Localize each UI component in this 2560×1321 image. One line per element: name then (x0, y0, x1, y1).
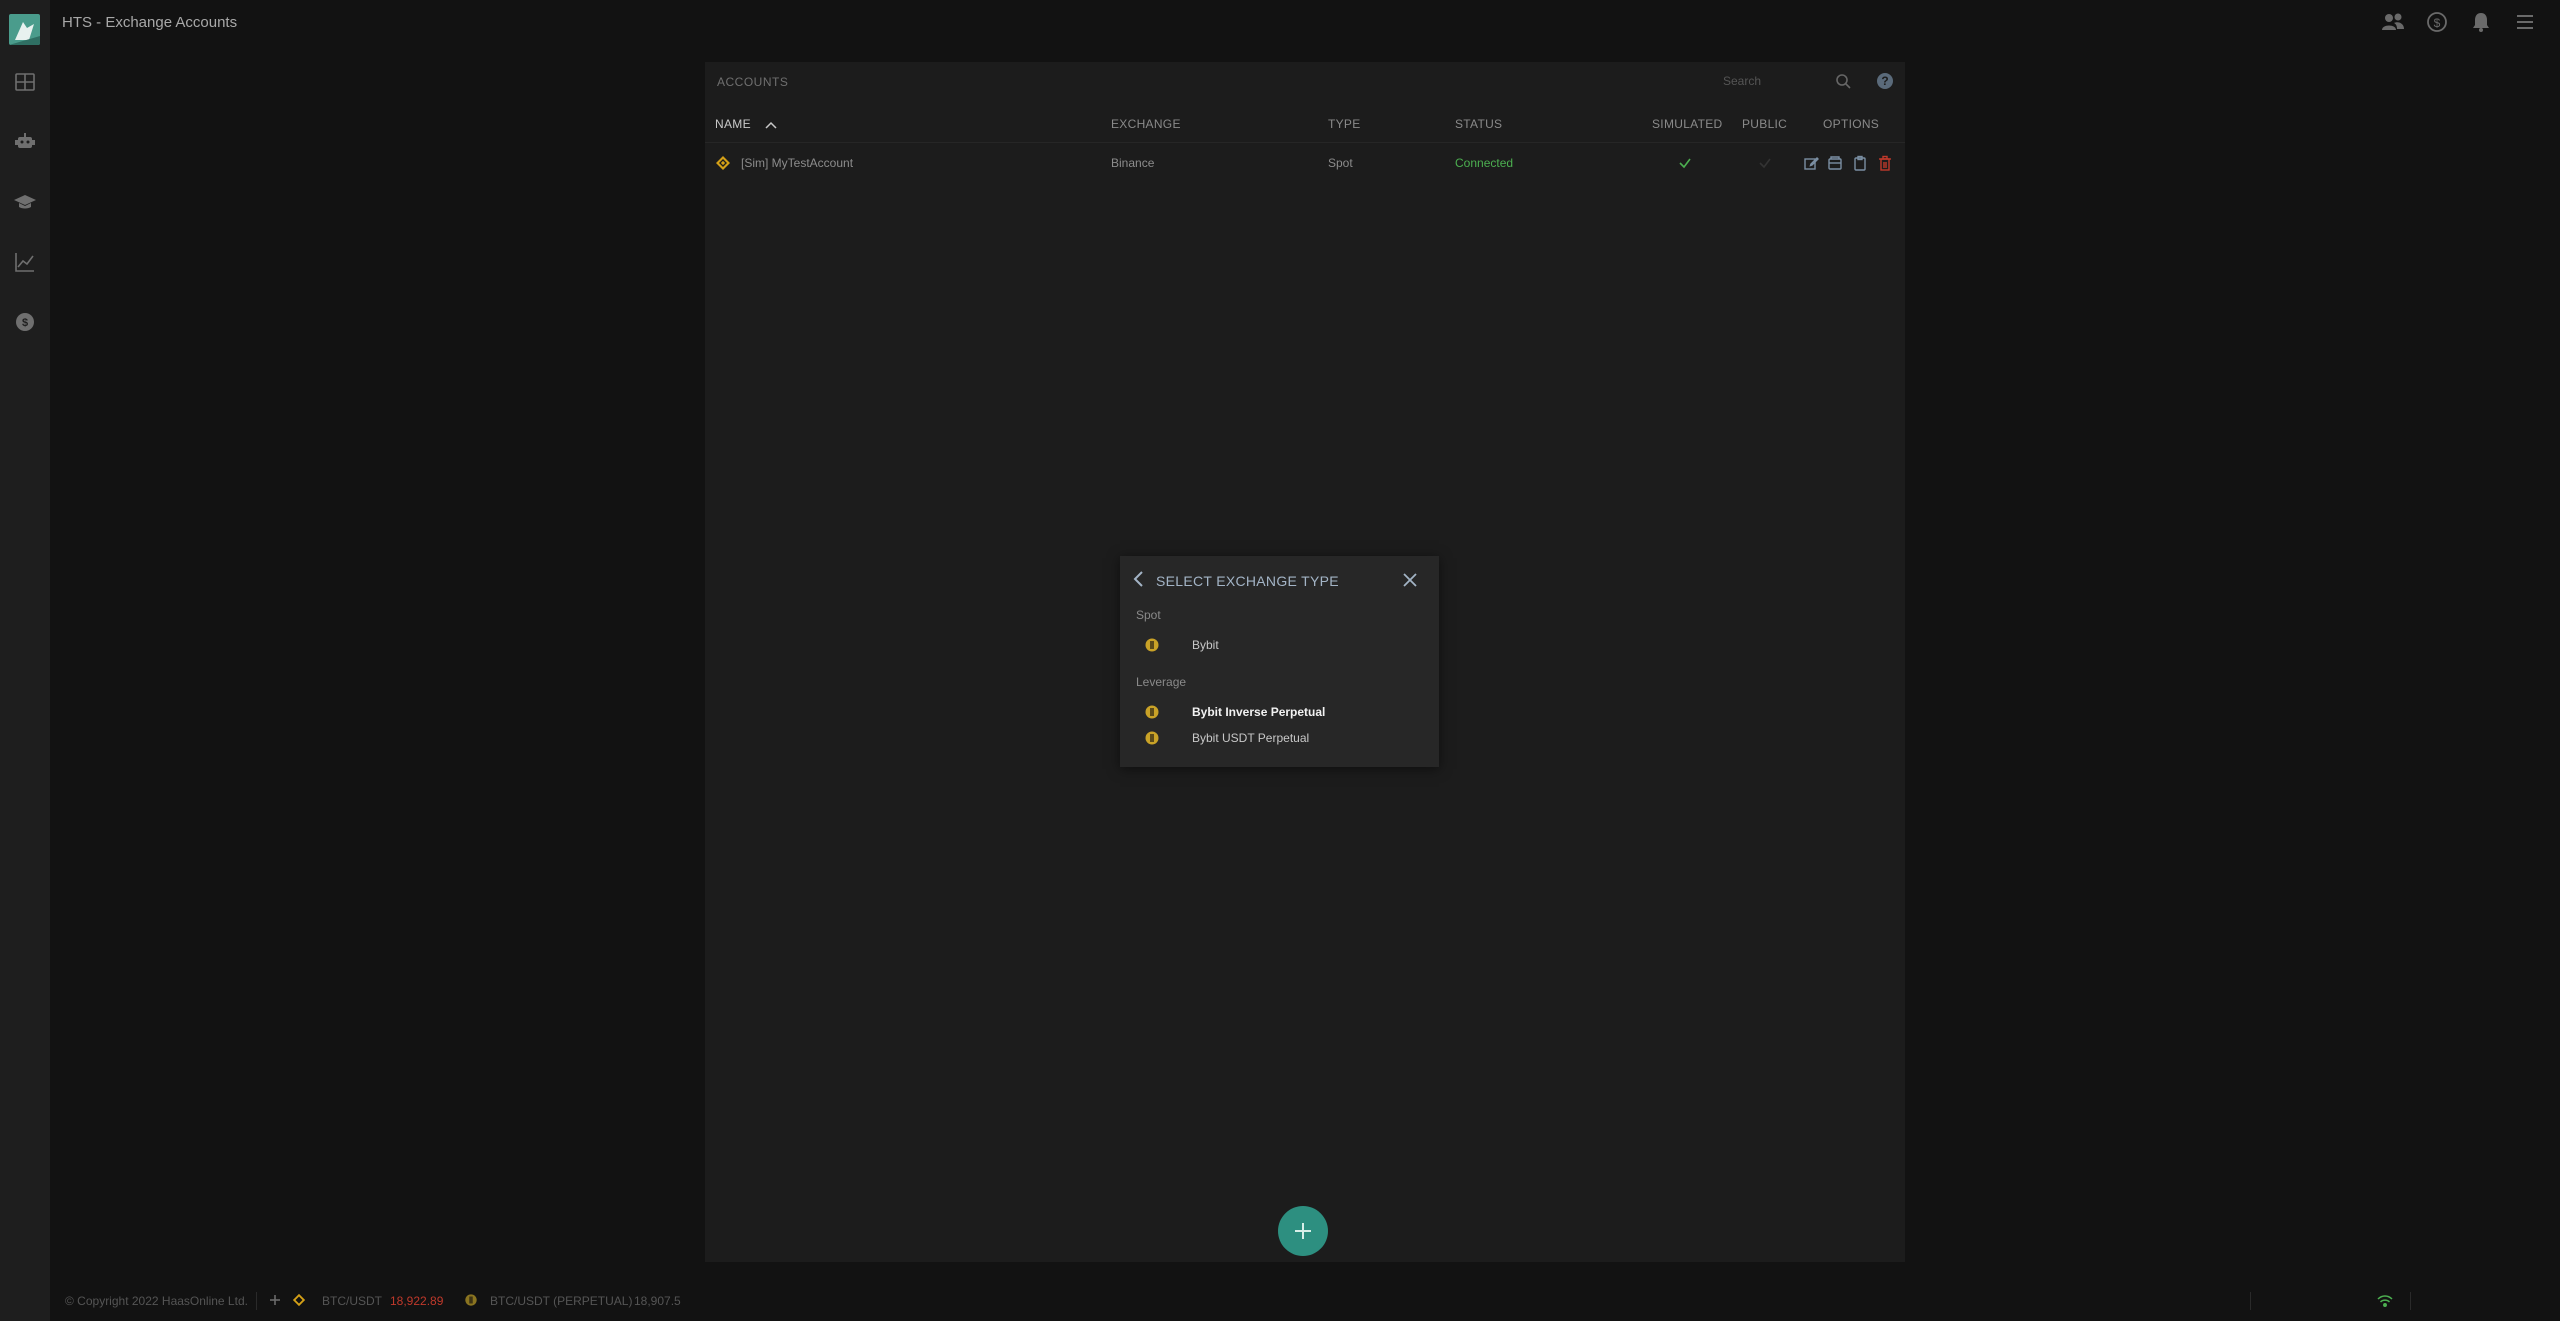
page-title: HTS - Exchange Accounts (62, 14, 238, 31)
group-label-spot: Spot (1136, 608, 1161, 622)
account-name: [Sim] MyTestAccount (741, 156, 854, 170)
line-chart-icon[interactable] (13, 250, 37, 274)
account-exchange: Binance (1111, 156, 1155, 170)
exchange-option-label: Bybit Inverse Perpetual (1192, 705, 1326, 719)
column-header-exchange[interactable]: EXCHANGE (1111, 117, 1181, 131)
column-header-status[interactable]: STATUS (1455, 117, 1502, 131)
exchange-option-label: Bybit (1192, 638, 1219, 652)
divider (2410, 1292, 2411, 1310)
search-box (1705, 70, 1855, 92)
binance-icon (292, 1293, 306, 1307)
bybit-icon (1144, 730, 1160, 746)
simulated-check-icon (1678, 156, 1692, 170)
ticker-price: 18,922.89 (390, 1294, 444, 1308)
exchange-option-bybit-inverse-perpetual[interactable]: Bybit Inverse Perpetual (1144, 702, 1424, 722)
sidebar: $ (0, 0, 50, 1321)
svg-text:$: $ (22, 317, 28, 329)
search-icon[interactable] (1835, 73, 1851, 89)
close-icon[interactable] (1403, 573, 1417, 587)
column-header-public[interactable]: PUBLIC (1742, 117, 1787, 131)
status-badge: Connected (1455, 156, 1514, 170)
group-label-leverage: Leverage (1136, 675, 1187, 689)
table-row[interactable]: [Sim] MyTestAccount Binance Spot Connect… (705, 150, 1905, 176)
robot-icon[interactable] (13, 130, 37, 154)
menu-icon[interactable] (2512, 9, 2538, 35)
wifi-icon (2377, 1293, 2393, 1309)
exchange-option-bybit-usdt-perpetual[interactable]: Bybit USDT Perpetual (1144, 728, 1424, 748)
bybit-icon (1144, 704, 1160, 720)
sort-ascending-icon (764, 118, 777, 132)
users-icon[interactable] (2380, 9, 2406, 35)
column-header-name[interactable]: NAME (715, 117, 777, 132)
ticker-pair[interactable]: BTC/USDT (PERPETUAL) (490, 1294, 632, 1308)
divider (705, 142, 1905, 143)
divider (256, 1292, 257, 1310)
wallet-icon[interactable] (1827, 155, 1843, 171)
add-account-button[interactable] (1278, 1206, 1328, 1256)
grid-icon[interactable] (13, 70, 37, 94)
footer: © Copyright 2022 HaasOnline Ltd. BTC/USD… (50, 1290, 2560, 1312)
exchange-option-label: Bybit USDT Perpetual (1192, 731, 1310, 745)
help-button[interactable]: ? (1877, 73, 1893, 89)
svg-text:$: $ (2434, 16, 2441, 30)
public-check-icon (1758, 156, 1772, 170)
clipboard-icon[interactable] (1852, 155, 1868, 171)
ticker-pair[interactable]: BTC/USDT (322, 1294, 382, 1308)
graduation-cap-icon[interactable] (13, 190, 37, 214)
search-input[interactable] (1705, 70, 1841, 92)
delete-icon[interactable] (1877, 155, 1893, 171)
coin-icon[interactable]: $ (13, 310, 37, 334)
exchange-option-bybit[interactable]: Bybit (1144, 635, 1424, 655)
divider (2250, 1292, 2251, 1310)
account-type: Spot (1328, 156, 1353, 170)
bybit-icon (464, 1293, 478, 1307)
chevron-left-icon[interactable] (1132, 571, 1146, 587)
column-header-options: OPTIONS (1823, 117, 1880, 131)
edit-icon[interactable] (1803, 155, 1819, 171)
panel-title: ACCOUNTS (717, 75, 789, 89)
select-exchange-type-dialog: SELECT EXCHANGE TYPE Spot Bybit Leverage… (1120, 556, 1439, 767)
haas-logo[interactable] (9, 14, 40, 45)
add-ticker-icon[interactable] (268, 1293, 282, 1307)
dollar-icon[interactable]: $ (2424, 9, 2450, 35)
plus-icon (1293, 1221, 1313, 1241)
copyright-text: © Copyright 2022 HaasOnline Ltd. (65, 1294, 248, 1308)
binance-icon (715, 155, 731, 171)
bybit-icon (1144, 637, 1160, 653)
bell-icon[interactable] (2468, 9, 2494, 35)
column-header-simulated[interactable]: SIMULATED (1652, 117, 1723, 131)
column-header-type[interactable]: TYPE (1328, 117, 1361, 131)
topbar: HTS - Exchange Accounts $ (50, 0, 2560, 44)
dialog-title: SELECT EXCHANGE TYPE (1156, 573, 1339, 589)
ticker-price: 18,907.5 (634, 1294, 681, 1308)
